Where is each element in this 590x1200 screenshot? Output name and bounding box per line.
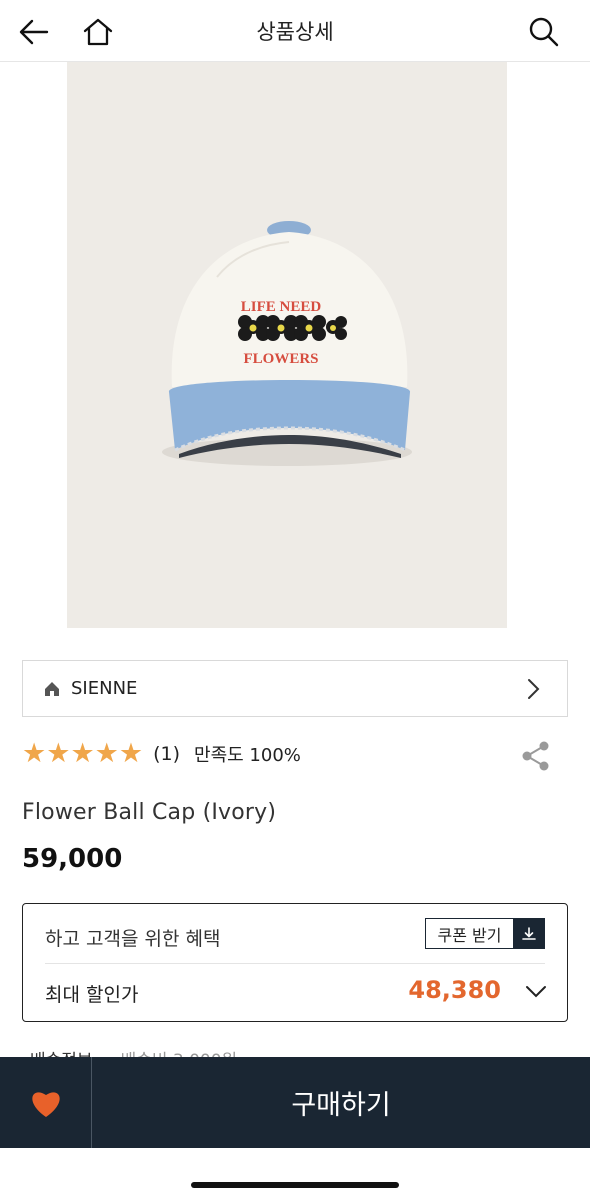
coupon-label: 쿠폰 받기 bbox=[437, 925, 502, 945]
brand-home-icon bbox=[43, 679, 63, 699]
buy-button[interactable]: 구매하기 bbox=[92, 1057, 590, 1148]
heart-icon bbox=[31, 1091, 60, 1117]
coupon-download-button[interactable]: 쿠폰 받기 bbox=[425, 918, 545, 949]
search-icon bbox=[529, 17, 559, 47]
download-icon bbox=[513, 919, 544, 948]
top-header: 상품상세 bbox=[0, 0, 590, 62]
star-icon: ★ bbox=[46, 738, 71, 769]
product-image[interactable]: LIFE NEED FLOWERS bbox=[67, 62, 507, 628]
product-name: Flower Ball Cap (Ivory) bbox=[22, 800, 277, 825]
search-button[interactable] bbox=[524, 12, 564, 52]
bottom-action-bar: 구매하기 bbox=[0, 1057, 590, 1148]
benefit-box: 하고 고객을 위한 혜택 쿠폰 받기 최대 할인가 48,380 bbox=[22, 903, 568, 1022]
chevron-down-icon[interactable] bbox=[525, 984, 547, 1003]
satisfaction-text: 만족도 100% bbox=[194, 745, 301, 766]
benefit-title: 하고 고객을 위한 혜택 bbox=[45, 928, 221, 950]
system-home-area bbox=[0, 1148, 590, 1200]
review-count[interactable]: (1) bbox=[153, 743, 180, 765]
share-icon bbox=[522, 741, 549, 771]
home-indicator bbox=[191, 1182, 399, 1188]
benefit-divider bbox=[45, 963, 545, 964]
brand-name: SIENNE bbox=[71, 678, 138, 699]
star-icon: ★ bbox=[118, 738, 144, 769]
max-discount-price: 48,380 bbox=[408, 976, 501, 1004]
cap-illustration: LIFE NEED FLOWERS bbox=[67, 62, 507, 628]
product-price: 59,000 bbox=[22, 844, 123, 874]
brand-link-row[interactable]: SIENNE bbox=[22, 660, 568, 717]
cap-text-bottom: FLOWERS bbox=[243, 351, 318, 367]
star-icon: ★ bbox=[94, 738, 119, 769]
max-discount-label: 최대 할인가 bbox=[45, 984, 139, 1006]
wishlist-button[interactable] bbox=[0, 1057, 92, 1148]
chevron-right-icon bbox=[527, 678, 541, 704]
share-button[interactable] bbox=[520, 740, 552, 772]
star-rating: ★ ★ ★ ★ ★ bbox=[22, 739, 143, 769]
star-icon: ★ bbox=[22, 738, 47, 769]
rating-row[interactable]: ★ ★ ★ ★ ★ (1) 만족도 100% bbox=[22, 738, 301, 770]
star-icon: ★ bbox=[70, 738, 95, 769]
cap-text-top: LIFE NEED bbox=[241, 299, 322, 315]
page-title: 상품상세 bbox=[256, 20, 334, 44]
